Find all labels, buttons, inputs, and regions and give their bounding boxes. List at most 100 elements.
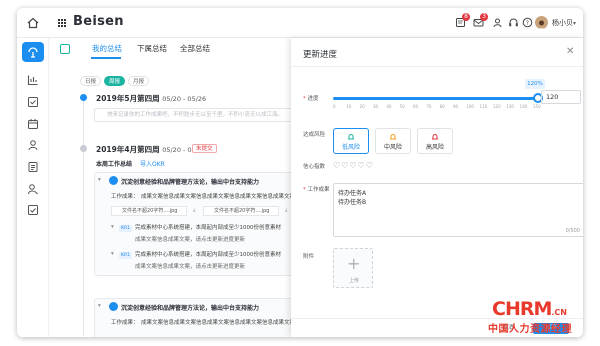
- help-icon[interactable]: ?: [522, 17, 533, 28]
- avatar[interactable]: [535, 16, 548, 29]
- progress-tick-label: 20: [359, 104, 365, 109]
- risk-medium-label: 中风险: [383, 144, 402, 151]
- left-nav: [17, 38, 49, 337]
- heart-icon[interactable]: ♡: [333, 161, 341, 170]
- progress-tick-label: 30: [373, 104, 379, 109]
- summary-icon: [60, 44, 70, 54]
- kr-result: 成果文案信息成果文案，请点击更新进度更新: [135, 264, 246, 270]
- risk-option-high[interactable]: 高风险: [417, 128, 453, 154]
- svg-text:?: ?: [526, 20, 529, 27]
- alarm-icon: [348, 134, 354, 140]
- tab-my-summary[interactable]: 我的总结: [92, 43, 122, 54]
- objective-title: 沉淀创意经验和品牌管理方法论，输出中台支持能力: [121, 305, 260, 312]
- home-icon[interactable]: [27, 17, 39, 29]
- progress-label-text: 进度: [307, 96, 319, 102]
- result-label: * 工作成果: [303, 187, 330, 193]
- panel-divider: [291, 66, 583, 67]
- close-icon[interactable]: ✕: [566, 46, 574, 57]
- pill-monthly[interactable]: 月报: [128, 76, 150, 86]
- result-label-text: 工作成果: [307, 187, 330, 193]
- app-grid-icon[interactable]: [58, 19, 67, 28]
- kr-chevron-icon[interactable]: ▾: [111, 224, 114, 230]
- import-okr-link[interactable]: 导入OKR: [140, 159, 165, 168]
- risk-option-low[interactable]: 低风险: [333, 128, 369, 154]
- kr-tag: KR1: [119, 225, 132, 232]
- work-result-label: 工作成果：: [111, 194, 139, 200]
- chart-nav-icon[interactable]: [27, 74, 39, 86]
- section-label: 本周工作总结: [96, 161, 133, 168]
- progress-slider-track[interactable]: [333, 97, 539, 100]
- result-line: 待办任务A: [338, 190, 367, 197]
- user-nav-icon[interactable]: [27, 139, 39, 151]
- top-bar: Beisen 8 3 ? 杨小贝 ▾: [17, 8, 583, 38]
- watermark-logo: CHRM.CN: [492, 298, 567, 320]
- progress-tick-label: 130: [506, 104, 514, 109]
- download-icon[interactable]: ⤓: [193, 207, 195, 214]
- kr-chevron-icon[interactable]: ▾: [111, 251, 114, 257]
- risk-label: 达成风险: [303, 132, 326, 138]
- tab-subordinate-summary[interactable]: 下属总结: [137, 43, 167, 54]
- check-board-nav-icon[interactable]: [27, 96, 39, 108]
- kr-tag: KR1: [119, 252, 132, 259]
- document-nav-icon[interactable]: [27, 161, 39, 173]
- kr-text: 完成素材中心系统搭建，本周起内部成至少1000份创意素材: [135, 225, 281, 231]
- risk-option-medium[interactable]: 中风险: [375, 128, 411, 154]
- objective-title: 沉淀创意经验和品牌管理方法论，输出中台支持能力: [121, 179, 260, 186]
- file-attachment[interactable]: 文件名不超20字符....jpg: [203, 206, 279, 216]
- collapse-chevron-icon[interactable]: ▾: [98, 177, 101, 183]
- kr-result: 成果文案信息成果文案，请点击更新进度更新: [135, 237, 246, 243]
- progress-tick-label: 90: [453, 104, 459, 109]
- risk-low-label: 低风险: [341, 144, 360, 151]
- attachment-label: 附件: [303, 254, 315, 260]
- summary-input[interactable]: 快来记录你的工作成果吧，不积跬步无以至千里，不积小流无以成江海。: [94, 108, 304, 122]
- progress-number-input[interactable]: 120: [541, 90, 581, 104]
- progress-tick-label: 70: [426, 104, 432, 109]
- file-attachment[interactable]: 文件名不超20字符....jpg: [111, 206, 187, 216]
- notification-badge: 8: [462, 13, 470, 21]
- user-name[interactable]: 杨小贝: [552, 18, 573, 28]
- mail-badge: 3: [480, 13, 488, 21]
- timeline-line: [83, 96, 84, 336]
- active-tab-indicator: [91, 57, 121, 59]
- headset-icon[interactable]: [508, 17, 519, 28]
- pill-weekly[interactable]: 周报: [104, 76, 126, 86]
- progress-tick-label: 60: [413, 104, 419, 109]
- upload-button[interactable]: + 上传: [333, 248, 373, 288]
- chrm-watermark: CHRM.CN 中国人力资源经理: [488, 298, 596, 342]
- result-textarea[interactable]: 待办任务A 待办任务B 0/500: [333, 183, 583, 237]
- app-window: Beisen 8 3 ? 杨小贝 ▾ 我的总结 下属总结 全部总结 日报 周报 …: [17, 8, 583, 337]
- tab-all-summary[interactable]: 全部总结: [180, 43, 210, 54]
- user-search-nav-icon[interactable]: [27, 183, 39, 195]
- progress-tick-label: 10: [346, 104, 352, 109]
- calendar-nav-icon[interactable]: [27, 118, 39, 130]
- heart-icon[interactable]: ♡: [349, 161, 357, 170]
- heart-icon[interactable]: ♡: [358, 161, 366, 170]
- watermark-line1: CHRM: [492, 298, 552, 320]
- result-line: 待办任务B: [338, 199, 367, 206]
- heart-icon[interactable]: ♡: [366, 161, 374, 170]
- week-title-text: 2019年5月第四周: [96, 94, 160, 103]
- alarm-icon: [432, 134, 438, 140]
- pill-daily[interactable]: 日报: [80, 76, 102, 86]
- objective-icon: [109, 302, 118, 311]
- week-dates: 05/20 - 05/26: [162, 95, 207, 103]
- progress-tick-label: 110: [479, 104, 488, 109]
- risk-high-label: 高风险: [425, 144, 444, 151]
- contacts-icon[interactable]: [492, 17, 503, 28]
- week-title-2-text: 2019年4月第四周: [96, 145, 160, 154]
- download-icon[interactable]: ⤓: [285, 207, 287, 214]
- alarm-icon: [390, 134, 396, 140]
- screenshot-stage: Beisen 8 3 ? 杨小贝 ▾ 我的总结 下属总结 全部总结 日报 周报 …: [0, 0, 600, 346]
- char-counter: 0/500: [565, 228, 580, 234]
- shield-check-nav-icon[interactable]: [27, 204, 39, 216]
- progress-tick-label: 50: [399, 104, 405, 109]
- confidence-rating[interactable]: ♡♡♡♡♡: [333, 161, 374, 170]
- target-nav-icon[interactable]: [27, 46, 39, 58]
- collapse-chevron-icon[interactable]: ▾: [98, 303, 101, 309]
- timeline-dot-past: [80, 145, 87, 152]
- progress-tick-label: 0: [333, 104, 336, 109]
- confidence-label: 信心指数: [303, 164, 326, 170]
- progress-tick-label: 100: [466, 104, 474, 109]
- objective-icon: [109, 176, 118, 185]
- chevron-down-icon[interactable]: ▾: [573, 20, 576, 27]
